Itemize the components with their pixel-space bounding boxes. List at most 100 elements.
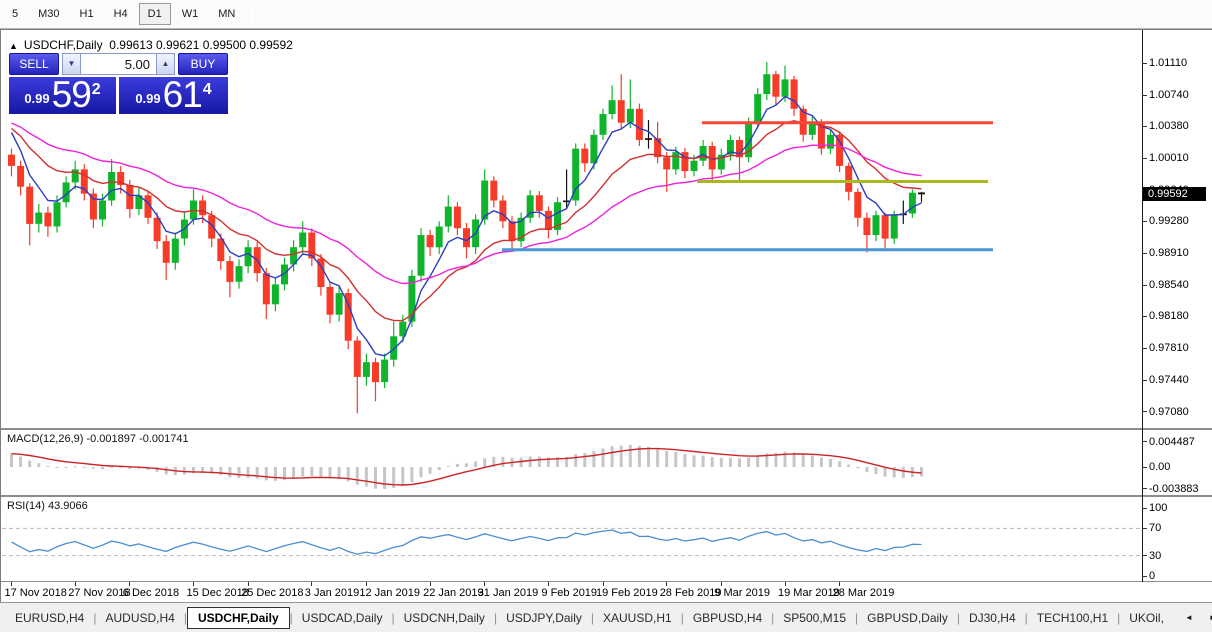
date-axis-tick: [366, 582, 367, 586]
date-axis-tick: [193, 582, 194, 586]
tab-scroll-left-icon[interactable]: ◄: [1181, 610, 1197, 625]
sell-price-display[interactable]: 0.99 59 2: [9, 77, 116, 114]
date-axis[interactable]: 17 Nov 201827 Nov 20186 Dec 201815 Dec 2…: [2, 582, 1212, 603]
sell-button[interactable]: SELL: [9, 53, 59, 75]
chart-tab-dj30-h4[interactable]: DJ30,H4: [960, 607, 1025, 629]
price-axis-tick: [1142, 348, 1147, 349]
price-axis-label: 0.98540: [1149, 279, 1189, 291]
rsi-axis-tick: [1142, 528, 1147, 529]
chart-tab-gbpusd-daily[interactable]: GBPUSD,Daily: [858, 607, 957, 629]
date-axis-tick: [603, 582, 604, 586]
macd-axis-tick: [1142, 467, 1147, 468]
date-axis-tick: [129, 582, 130, 586]
price-axis-tick: [1142, 253, 1147, 254]
price-axis-label: 1.00010: [1149, 152, 1189, 164]
date-axis-tick: [11, 582, 12, 586]
buy-price-big: 61: [163, 77, 202, 113]
date-axis-label: 12 Jan 2019: [359, 587, 420, 599]
price-axis-label: 0.97810: [1149, 342, 1189, 354]
buy-button[interactable]: BUY: [178, 53, 228, 75]
date-axis-tick: [248, 582, 249, 586]
toolbar-separator: [251, 3, 252, 25]
price-axis-label: 1.00380: [1149, 120, 1189, 132]
chart-tab-ukoil-[interactable]: UKOil,: [1120, 607, 1173, 629]
date-axis-tick: [721, 582, 722, 586]
rsi-axis-tick: [1142, 576, 1147, 577]
chart-tab-sp500-m15[interactable]: SP500,M15: [774, 607, 855, 629]
chart-tab-usdchf-daily[interactable]: USDCHF,Daily: [187, 607, 290, 629]
chart-tab-audusd-h4[interactable]: AUDUSD,H4: [96, 607, 183, 629]
timeframe-button-mn[interactable]: MN: [209, 3, 244, 25]
collapse-panel-icon[interactable]: ▲: [9, 41, 18, 51]
date-axis-label: 9 Mar 2019: [714, 587, 770, 599]
current-price-tag: 0.99592: [1143, 187, 1206, 201]
chart-region: ▲ USDCHF,Daily 0.99613 0.99621 0.99500 0.…: [0, 29, 1212, 602]
symbol-tab-bar: EURUSD,H4|AUDUSD,H4|USDCHF,Daily|USDCAD,…: [0, 602, 1212, 632]
buy-price-prefix: 0.99: [135, 91, 160, 106]
timeframe-button-h4[interactable]: H4: [105, 3, 137, 25]
macd-label: MACD(12,26,9) -0.001897 -0.001741: [7, 433, 189, 445]
tab-scroll-right-icon[interactable]: ►: [1205, 610, 1212, 625]
rsi-axis-tick: [1142, 508, 1147, 509]
date-axis-label: 3 Jan 2019: [305, 587, 359, 599]
price-axis-tick: [1142, 158, 1147, 159]
macd-axis-label: -0.003883: [1149, 483, 1199, 495]
chart-tab-usdjpy-daily[interactable]: USDJPY,Daily: [497, 607, 591, 629]
price-axis-label: 1.01110: [1149, 57, 1187, 69]
date-axis-label: 17 Nov 2018: [5, 587, 67, 599]
date-axis-label: 31 Jan 2019: [478, 587, 539, 599]
timeframe-button-d1[interactable]: D1: [139, 3, 171, 25]
timeframe-button-5[interactable]: 5: [3, 3, 27, 25]
volume-decrease-button[interactable]: ▼: [62, 53, 81, 75]
date-axis-label: 6 Dec 2018: [123, 587, 179, 599]
volume-increase-button[interactable]: ▲: [156, 53, 175, 75]
price-axis-tick: [1142, 126, 1147, 127]
date-axis-label: 15 Dec 2018: [187, 587, 249, 599]
rsi-axis-tick: [1142, 555, 1147, 556]
date-axis-label: 19 Mar 2019: [778, 587, 840, 599]
one-click-trading-widget: SELL ▼ ▲ BUY 0.99 59 2 0.99 61 4: [9, 53, 228, 114]
price-axis-label: 0.97440: [1149, 374, 1189, 386]
timeframe-button-m30[interactable]: M30: [29, 3, 68, 25]
volume-input[interactable]: [81, 53, 156, 75]
chart-tab-tech100-h1[interactable]: TECH100,H1: [1028, 607, 1117, 629]
timeframe-button-h1[interactable]: H1: [71, 3, 103, 25]
price-axis-border: [1142, 30, 1143, 582]
timeframe-button-w1[interactable]: W1: [173, 3, 208, 25]
price-axis-label: 0.97080: [1149, 406, 1189, 418]
price-axis-label: 0.98910: [1149, 247, 1189, 259]
date-axis-label: 25 Dec 2018: [241, 587, 303, 599]
date-axis-label: 19 Feb 2019: [596, 587, 658, 599]
chart-tab-eurusd-h4[interactable]: EURUSD,H4: [6, 607, 93, 629]
price-axis-label: 0.99280: [1149, 215, 1189, 227]
buy-price-display[interactable]: 0.99 61 4: [119, 77, 228, 114]
rsi-label: RSI(14) 43.9066: [7, 500, 88, 512]
sell-price-prefix: 0.99: [24, 91, 49, 106]
macd-axis-tick: [1142, 441, 1147, 442]
timeframe-toolbar: 5M30H1H4D1W1MN: [0, 0, 1212, 29]
date-axis-label: 28 Mar 2019: [833, 587, 895, 599]
chart-tab-usdcnh-daily[interactable]: USDCNH,Daily: [395, 607, 494, 629]
pane-separator[interactable]: [1, 495, 1212, 497]
date-axis-label: 22 Jan 2019: [423, 587, 484, 599]
pane-separator[interactable]: [1, 428, 1212, 430]
chart-title-bar: ▲ USDCHF,Daily 0.99613 0.99621 0.99500 0.…: [9, 38, 293, 52]
chart-tab-gbpusd-h4[interactable]: GBPUSD,H4: [684, 607, 771, 629]
price-axis-tick: [1142, 221, 1147, 222]
chart-tab-xauusd-h1[interactable]: XAUUSD,H1: [594, 607, 681, 629]
rsi-indicator-pane[interactable]: [2, 497, 1141, 581]
price-axis-tick: [1142, 380, 1147, 381]
chart-tab-usdcad-daily[interactable]: USDCAD,Daily: [293, 607, 392, 629]
sell-price-pip: 2: [92, 81, 101, 99]
chart-symbol-title: USDCHF,Daily: [24, 38, 103, 52]
date-axis-label: 28 Feb 2019: [660, 587, 722, 599]
rsi-axis-label: 30: [1149, 550, 1161, 562]
macd-axis-label: 0.00: [1149, 461, 1170, 473]
timeframe-button-list: 5M30H1H4D1W1MN: [2, 3, 245, 25]
chart-ohlc-readout: 0.99613 0.99621 0.99500 0.99592: [109, 38, 293, 52]
price-axis-label: 0.98180: [1149, 310, 1189, 322]
sell-price-big: 59: [52, 77, 91, 113]
buy-price-pip: 4: [203, 81, 212, 99]
date-axis-tick: [666, 582, 667, 586]
date-axis-tick: [785, 582, 786, 586]
